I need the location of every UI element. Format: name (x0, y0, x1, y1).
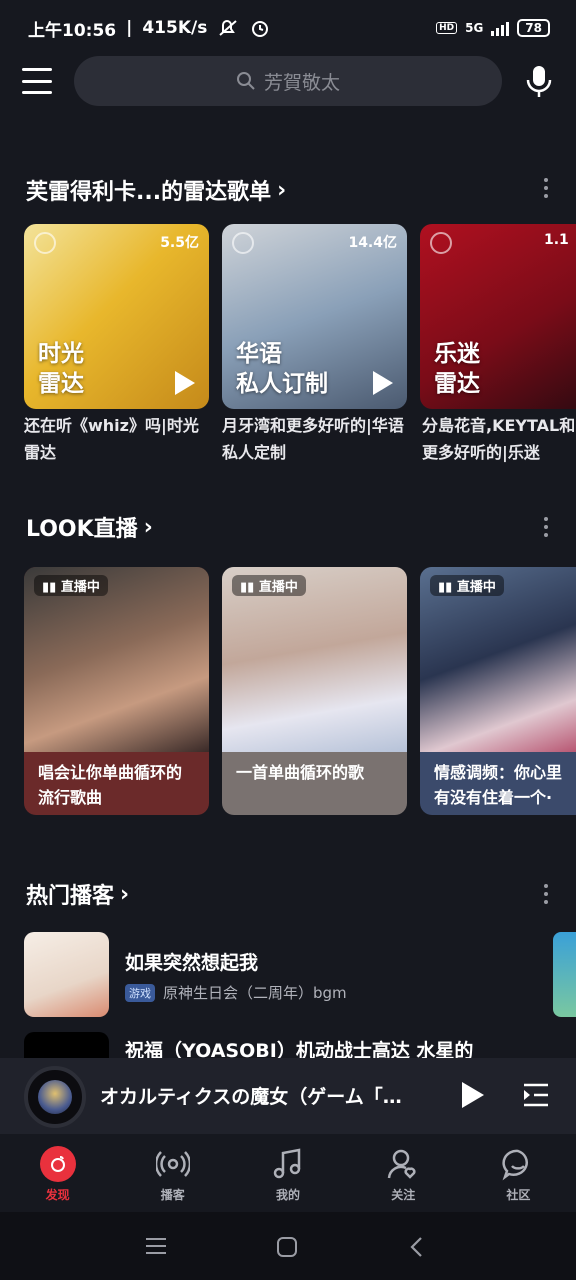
search-placeholder: 芳賀敬太 (263, 71, 340, 94)
podcast-icon (155, 1151, 190, 1177)
radar-title-text: 芙雷得利卡...的雷达歌单 (26, 180, 272, 205)
radar-section-title[interactable]: 芙雷得利卡...的雷达歌单 › (26, 174, 286, 206)
radar-card-label: 时光 雷达 (38, 341, 84, 397)
live-card[interactable]: ▮▮ 直播中 唱会让你单曲循环的流行歌曲 (24, 567, 209, 815)
status-speed: 415K/s (142, 18, 208, 38)
radar-card-time[interactable]: 5.5亿 时光 雷达 (24, 224, 209, 409)
album-art-disc[interactable] (24, 1066, 86, 1128)
top-bar: 芳賀敬太 (0, 56, 576, 106)
podcast-item-title: 如果突然想起我 (125, 952, 259, 974)
tab-discover[interactable]: 发现 (0, 1134, 115, 1212)
alarm-icon (252, 21, 269, 37)
more-options-icon[interactable] (544, 884, 550, 904)
netease-logo-icon (34, 232, 56, 254)
play-count: 1.1 (544, 232, 569, 248)
chevron-right-icon: › (277, 177, 287, 203)
tab-label: 发现 (45, 1188, 70, 1202)
mute-icon (219, 20, 238, 36)
battery-icon: 78 (517, 19, 550, 37)
status-divider: | (126, 18, 133, 38)
tab-label: 播客 (160, 1188, 185, 1202)
menu-icon[interactable] (22, 68, 52, 94)
podcast-section: 热门播客 › 如果突然想起我 游戏 原神生日会（二周年）bgm 祝福（YOASO… (0, 862, 576, 1062)
look-section-title[interactable]: LOOK直播 › (26, 511, 153, 543)
more-options-icon[interactable] (544, 178, 550, 198)
search-bar[interactable]: 芳賀敬太 (74, 56, 502, 106)
podcast-title-text: 热门播客 (26, 884, 115, 909)
look-title-text: LOOK直播 (26, 517, 138, 542)
play-count: 14.4亿 (348, 235, 397, 251)
play-count: 5.5亿 (160, 235, 199, 251)
podcast-cover (24, 1032, 109, 1060)
radar-card-chinese[interactable]: 14.4亿 华语 私人订制 (222, 224, 407, 409)
tab-label: 社区 (506, 1188, 531, 1202)
radar-card-label: 乐迷 雷达 (434, 341, 480, 397)
podcast-item[interactable]: 祝福（YOASOBI）机动战士高达 水星的 (24, 1032, 576, 1060)
radar-card-fan[interactable]: 1.1 乐迷 雷达 (420, 224, 576, 409)
status-bar: 上午10:56 | 415K/s HD 5G 78 (0, 0, 576, 56)
signal-icon (491, 20, 510, 36)
live-badge: ▮▮ 直播中 (34, 575, 108, 596)
tab-label: 我的 (276, 1188, 301, 1202)
live-badge: ▮▮ 直播中 (232, 575, 306, 596)
playlist-icon[interactable] (522, 1082, 550, 1108)
radar-card-desc[interactable]: 分島花音,KEYTAL和更多好听的|乐迷 (422, 412, 576, 466)
tab-label: 关注 (391, 1188, 416, 1202)
live-caption: 唱会让你单曲循环的流行歌曲 (38, 763, 183, 807)
chevron-right-icon: › (120, 881, 130, 907)
live-badge: ▮▮ 直播中 (430, 575, 504, 596)
radar-section: 芙雷得利卡...的雷达歌单 › 5.5亿 时光 雷达 还在听《whiz》吗|时光雷… (0, 160, 576, 480)
tab-community[interactable]: 社区 (461, 1134, 576, 1212)
status-time: 上午10:56 (28, 20, 117, 41)
more-options-icon[interactable] (544, 517, 550, 537)
category-badge: 游戏 (125, 983, 155, 1002)
search-icon (236, 72, 255, 90)
live-card[interactable]: ▮▮ 直播中 一首单曲循环的歌 (222, 567, 407, 815)
play-icon[interactable] (373, 371, 393, 395)
netease-logo-icon (39, 1146, 76, 1182)
live-caption: 一首单曲循环的歌 (236, 763, 365, 782)
bottom-tab-bar: 发现 播客 我的 关注 社区 (0, 1134, 576, 1212)
play-icon[interactable] (175, 371, 195, 395)
live-card[interactable]: ▮▮ 直播中 情感调频：你心里有没有住着一个· (420, 567, 576, 815)
chevron-right-icon: › (143, 514, 153, 540)
radar-card-label: 华语 私人订制 (236, 341, 328, 397)
netease-logo-icon (430, 232, 452, 254)
music-note-icon (273, 1148, 301, 1179)
podcast-cover (24, 932, 109, 1017)
podcast-item-subtitle: 原神生日会（二周年）bgm (163, 984, 347, 1002)
tab-podcast[interactable]: 播客 (115, 1134, 230, 1212)
live-caption: 情感调频：你心里有没有住着一个· (434, 763, 563, 807)
netease-logo-icon (232, 232, 254, 254)
tab-follow[interactable]: 关注 (346, 1134, 461, 1212)
radar-card-desc[interactable]: 月牙湾和更多好听的|华语私人定制 (222, 412, 412, 466)
hd-icon: HD (436, 22, 458, 34)
voice-search-icon[interactable] (524, 64, 554, 98)
recent-apps-icon[interactable] (145, 1236, 167, 1256)
radar-card-desc[interactable]: 还在听《whiz》吗|时光雷达 (24, 412, 214, 466)
podcast-item[interactable]: 如果突然想起我 游戏 原神生日会（二周年）bgm (24, 932, 576, 1018)
tab-mine[interactable]: 我的 (230, 1134, 345, 1212)
community-chat-icon (502, 1149, 529, 1181)
network-label: 5G (465, 21, 484, 35)
podcast-section-title[interactable]: 热门播客 › (26, 878, 129, 910)
podcast-item-meta: 游戏 原神生日会（二周年）bgm (125, 982, 347, 1003)
back-icon[interactable] (408, 1236, 424, 1258)
home-icon[interactable] (276, 1236, 298, 1258)
look-live-section: LOOK直播 › ▮▮ 直播中 唱会让你单曲循环的流行歌曲 ▮▮ 直播中 一首单… (0, 495, 576, 825)
follow-user-icon (387, 1149, 416, 1179)
system-navigation-bar (0, 1212, 576, 1280)
play-icon[interactable] (462, 1082, 484, 1108)
now-playing-title[interactable]: オカルティクスの魔女（ゲーム「… (100, 1082, 430, 1109)
podcast-item-title: 祝福（YOASOBI）机动战士高达 水星的 (125, 1040, 474, 1060)
mini-player[interactable]: オカルティクスの魔女（ゲーム「… (0, 1058, 576, 1134)
next-podcast-preview (553, 932, 576, 1017)
